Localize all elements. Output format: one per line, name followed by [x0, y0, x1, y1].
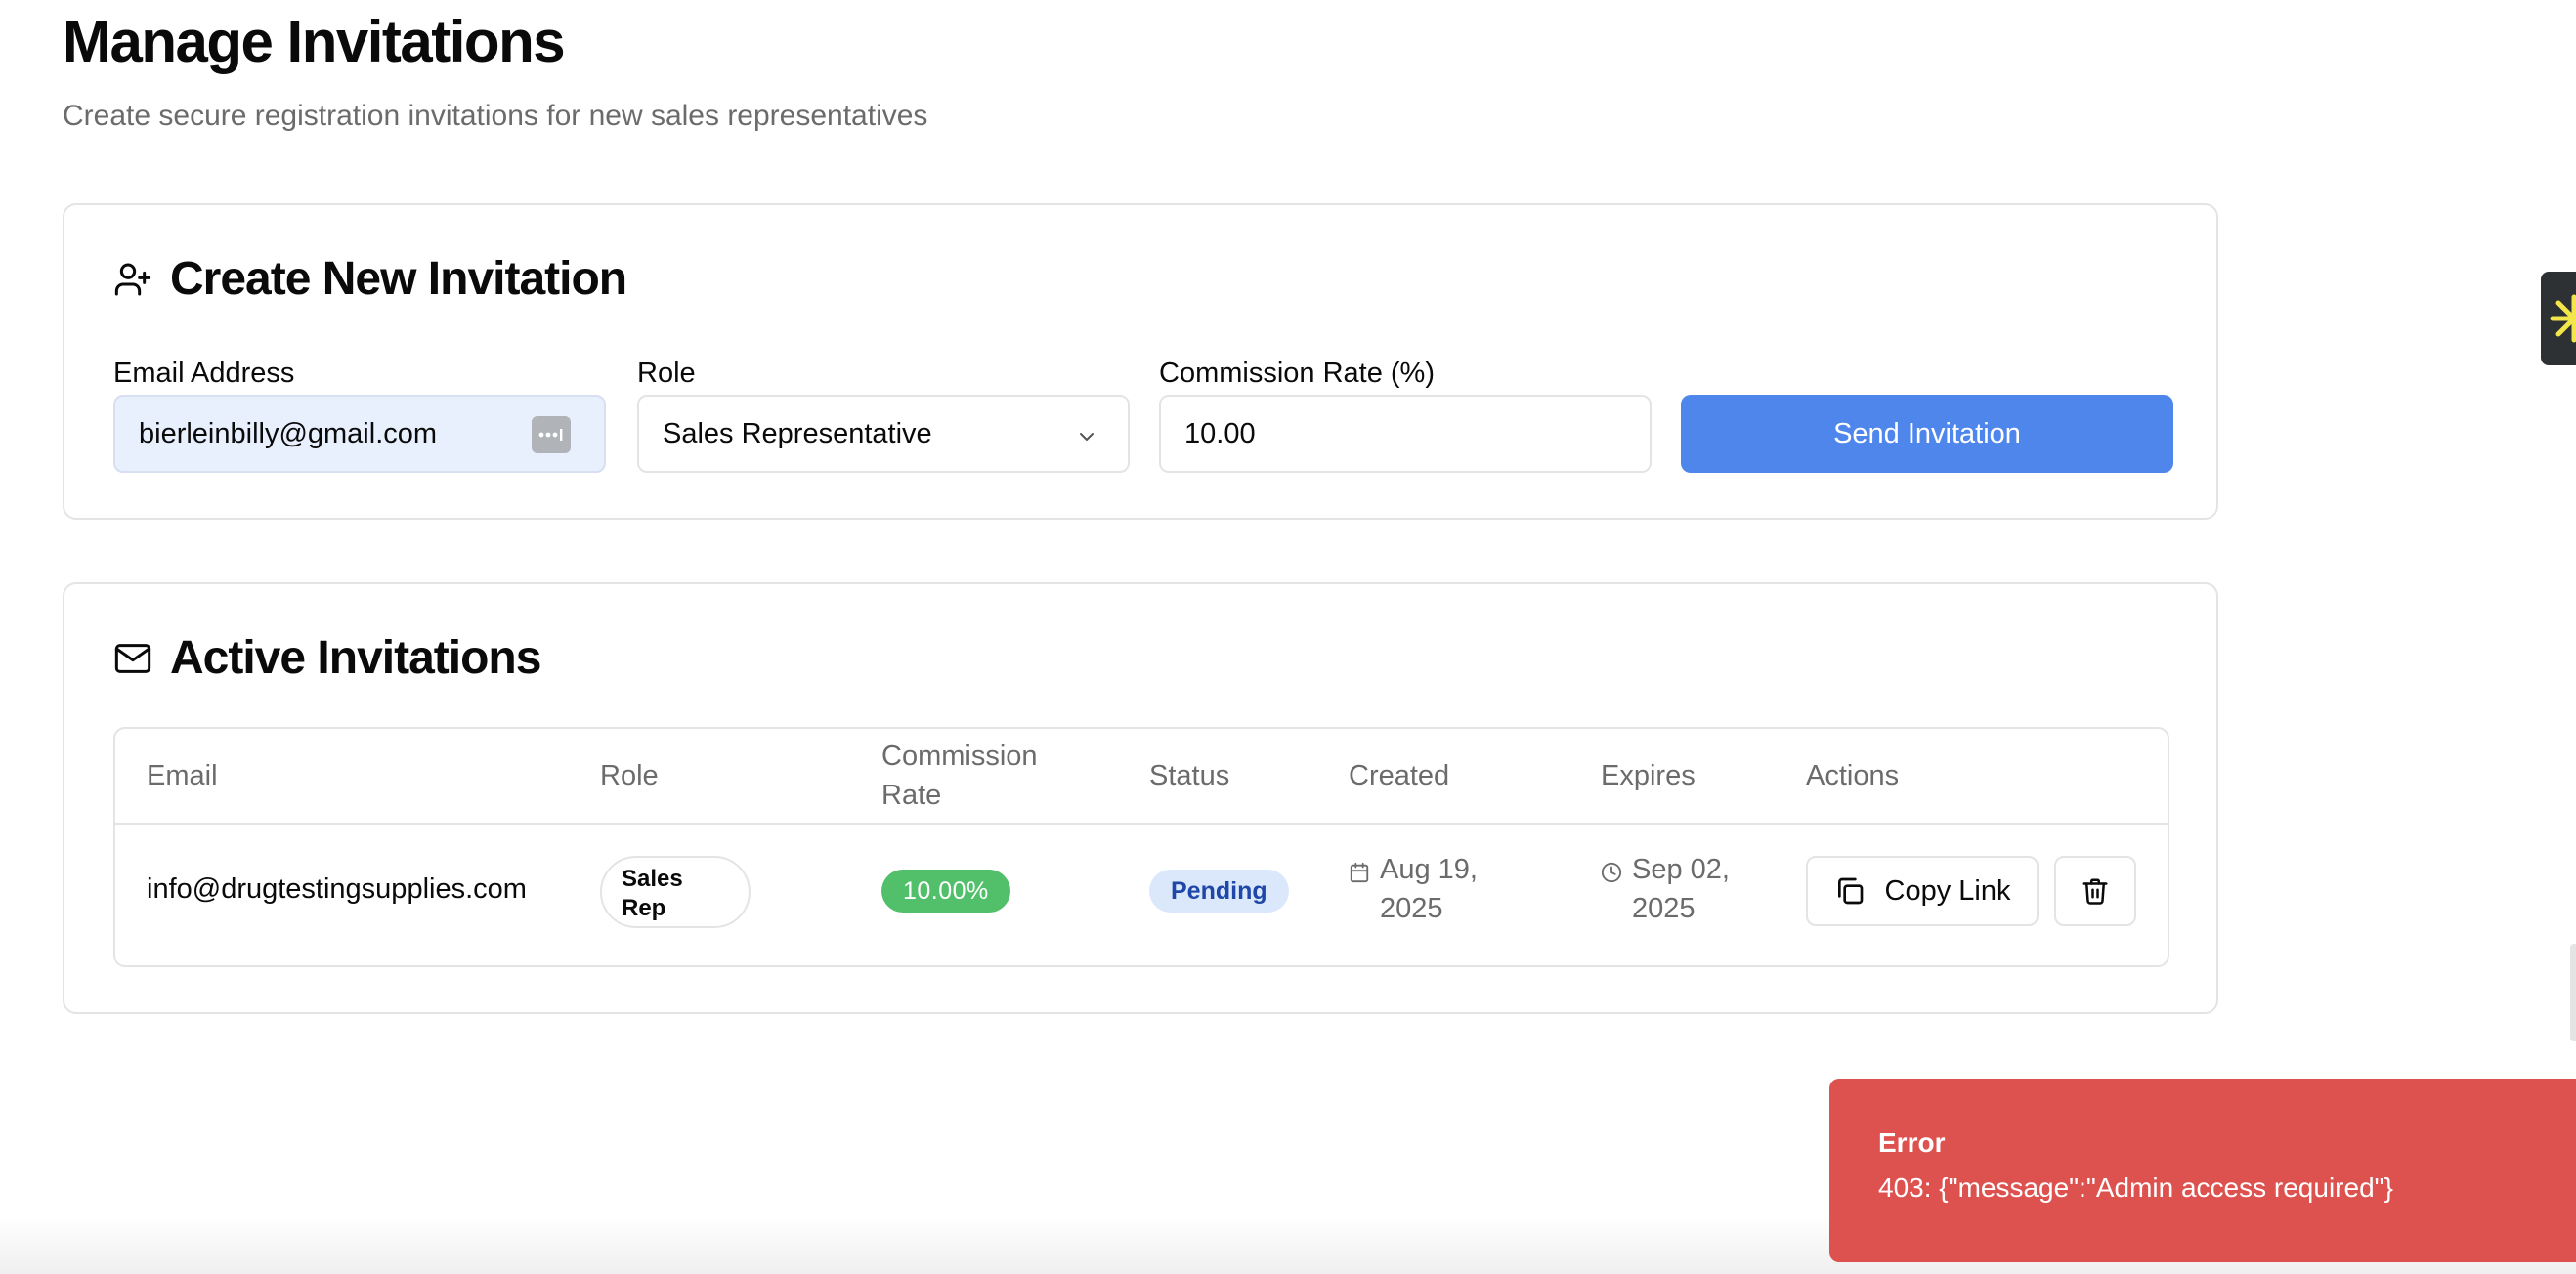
created-date-line1: Aug 19, [1380, 854, 1478, 885]
active-invitations-header: Active Invitations [113, 631, 541, 685]
email-input[interactable] [139, 417, 580, 450]
create-invitation-header: Create New Invitation [113, 252, 627, 306]
commission-input[interactable] [1184, 417, 1626, 450]
create-invitation-title: Create New Invitation [170, 253, 627, 305]
column-header-role: Role [600, 760, 659, 791]
scroll-edge [2570, 944, 2576, 1041]
error-toast[interactable]: Error 403: {"message":"Admin access requ… [1829, 1079, 2576, 1262]
commission-field[interactable] [1159, 395, 1652, 473]
create-invitation-card: Create New Invitation Email Address Role… [63, 203, 2218, 520]
calendar-icon [1349, 862, 1370, 928]
created-date-text: Aug 19, 2025 [1380, 850, 1478, 928]
clock-icon [1601, 862, 1622, 928]
commission-label: Commission Rate (%) [1159, 358, 1435, 389]
send-invitation-button[interactable]: Send Invitation [1681, 395, 2173, 473]
email-label: Email Address [113, 358, 295, 389]
role-select[interactable]: Sales Representative [637, 395, 1130, 473]
trash-icon [2081, 876, 2110, 906]
error-toast-message: 403: {"message":"Admin access required"} [1878, 1172, 2393, 1203]
chevron-down-icon [1075, 424, 1098, 456]
page-title: Manage Invitations [63, 9, 566, 74]
mail-icon [113, 639, 152, 678]
expires-date: Sep 02, 2025 [1601, 850, 1767, 928]
role-select-value: Sales Representative [663, 417, 932, 449]
active-invitations-card: Active Invitations Email Role Commission… [63, 582, 2218, 1014]
created-date-line2: 2025 [1380, 893, 1443, 924]
user-plus-icon [113, 260, 152, 299]
expires-date-line2: 2025 [1632, 893, 1696, 924]
email-field[interactable] [113, 395, 606, 473]
commission-rate-badge: 10.00% [881, 870, 1010, 913]
invitations-table: Email Role Commission Rate Status Create… [113, 727, 2169, 967]
copy-icon [1834, 875, 1866, 907]
role-badge-line2: Rep [622, 895, 666, 921]
role-badge-line1: Sales [622, 866, 683, 892]
table-header-divider [115, 823, 2168, 825]
column-header-email: Email [147, 760, 218, 791]
page-subtitle: Create secure registration invitations f… [63, 100, 928, 132]
expires-date-line1: Sep 02, [1632, 854, 1730, 885]
column-header-status: Status [1149, 760, 1230, 791]
row-email: info@drugtestingsupplies.com [147, 873, 527, 905]
column-header-actions: Actions [1806, 760, 1900, 791]
status-badge: Pending [1149, 870, 1289, 913]
column-header-commission: Commission Rate [881, 737, 1038, 815]
autofill-key-icon[interactable] [532, 416, 571, 453]
copy-link-label: Copy Link [1884, 874, 2011, 907]
role-badge: Sales Rep [600, 856, 751, 928]
column-header-created: Created [1349, 760, 1450, 791]
active-invitations-title: Active Invitations [170, 632, 541, 684]
column-header-commission-line2: Rate [881, 780, 942, 811]
column-header-expires: Expires [1601, 760, 1696, 791]
expires-date-text: Sep 02, 2025 [1632, 850, 1730, 928]
page: Manage Invitations Create secure registr… [0, 0, 2576, 1274]
side-widget-tab[interactable] [2541, 272, 2576, 365]
copy-link-button[interactable]: Copy Link [1806, 856, 2039, 926]
column-header-commission-line1: Commission [881, 741, 1038, 772]
created-date: Aug 19, 2025 [1349, 850, 1515, 928]
role-label: Role [637, 358, 696, 389]
error-toast-title: Error [1878, 1127, 1946, 1158]
delete-invitation-button[interactable] [2054, 856, 2136, 926]
